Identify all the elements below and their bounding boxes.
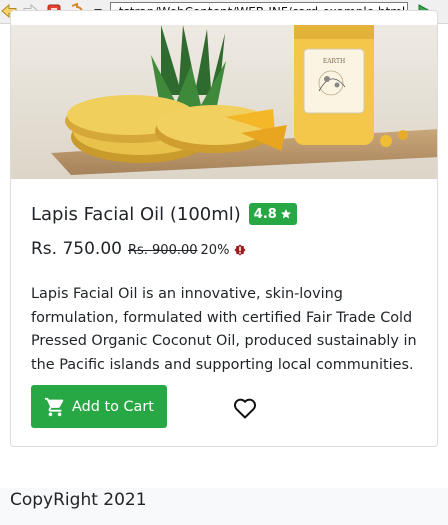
product-description: Lapis Facial Oil is an innovative, skin-… (31, 286, 417, 373)
original-price: Rs. 900.00 (127, 243, 198, 258)
add-to-cart-button[interactable]: Add to Cart (31, 385, 167, 428)
title-row: Lapis Facial Oil (100ml) 4.8 (31, 201, 297, 227)
footer-copyright: CopyRight 2021 (10, 490, 147, 510)
rating-value: 4.8 (253, 206, 277, 222)
product-card: EARTH Lapis Facial Oil (100ml) 4.8 Rs. 7… (10, 10, 438, 447)
product-image: EARTH (11, 25, 437, 179)
product-title: Lapis Facial Oil (100ml) (31, 203, 241, 225)
add-to-cart-label: Add to Cart (72, 398, 154, 415)
price-row: Rs. 750.00 Rs. 900.00 20% (31, 239, 247, 265)
current-price: Rs. 750.00 (31, 239, 122, 259)
jar-label: EARTH (323, 58, 345, 65)
discount-percent: 20% (200, 243, 230, 258)
star-icon (280, 209, 291, 219)
alert-icon (234, 244, 247, 256)
footer: CopyRight 2021 (0, 488, 448, 525)
heart-icon[interactable] (233, 397, 257, 419)
rating-badge: 4.8 (248, 203, 297, 225)
cart-icon (44, 397, 64, 416)
